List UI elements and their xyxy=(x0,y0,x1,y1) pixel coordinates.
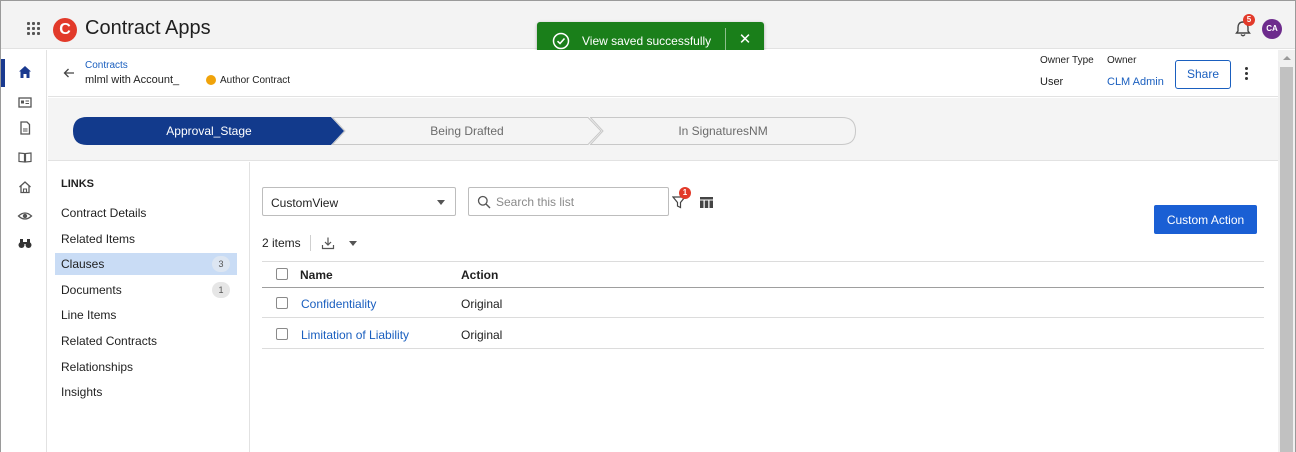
clause-name-link[interactable]: Confidentiality xyxy=(301,297,376,311)
link-label: Insights xyxy=(61,385,103,399)
stage-in-signatures[interactable]: In SignaturesNM xyxy=(590,117,856,145)
clause-name-link[interactable]: Limitation of Liability xyxy=(301,328,409,342)
chevron-down-icon xyxy=(437,200,445,205)
rail-active-indicator xyxy=(1,59,5,87)
link-clauses[interactable]: Clauses 3 xyxy=(55,253,237,275)
custom-action-button[interactable]: Custom Action xyxy=(1154,205,1257,234)
column-header-action[interactable]: Action xyxy=(461,268,498,282)
owner-type-label: Owner Type xyxy=(1040,55,1094,66)
document-icon[interactable] xyxy=(17,120,33,136)
link-related-items[interactable]: Related Items xyxy=(55,228,237,250)
clause-action: Original xyxy=(461,328,503,342)
links-title: LINKS xyxy=(61,178,94,190)
eye-icon[interactable] xyxy=(17,208,33,224)
record-header: Contracts mlml with Account_ Author Cont… xyxy=(48,50,1278,97)
items-count: 2 items xyxy=(262,236,301,250)
house-icon[interactable] xyxy=(17,179,33,195)
stage-label: Approval_Stage xyxy=(166,124,252,138)
link-contract-details[interactable]: Contract Details xyxy=(55,202,237,224)
link-related-contracts[interactable]: Related Contracts xyxy=(55,330,237,352)
link-label: Line Items xyxy=(61,308,117,322)
app-title: Contract Apps xyxy=(85,17,211,39)
app-launcher-icon[interactable] xyxy=(27,22,41,36)
search-icon xyxy=(477,195,491,209)
columns-icon[interactable] xyxy=(700,197,713,208)
toast-message: View saved successfully xyxy=(582,34,712,48)
link-documents[interactable]: Documents 1 xyxy=(55,279,237,301)
stage-label: In SignaturesNM xyxy=(678,124,768,138)
view-select-value: CustomView xyxy=(271,196,339,210)
clause-action: Original xyxy=(461,297,503,311)
check-circle-icon xyxy=(552,32,570,50)
status-dot xyxy=(206,75,216,85)
row-checkbox[interactable] xyxy=(276,328,288,340)
link-label: Related Contracts xyxy=(61,334,158,348)
back-arrow-icon[interactable] xyxy=(62,66,76,80)
owner-type-value: User xyxy=(1040,76,1064,88)
select-all-checkbox[interactable] xyxy=(276,268,288,280)
stage-being-drafted[interactable]: Being Drafted xyxy=(332,117,602,145)
table-row: Confidentiality Original xyxy=(262,288,1264,318)
left-icon-rail xyxy=(1,50,47,452)
count-badge: 3 xyxy=(212,256,230,272)
record-title: mlml with Account_ xyxy=(85,74,180,86)
link-label: Relationships xyxy=(61,360,134,374)
chevron-down-icon[interactable] xyxy=(349,241,357,246)
link-insights[interactable]: Insights xyxy=(55,381,237,403)
scroll-thumb[interactable] xyxy=(1280,67,1293,452)
share-button[interactable]: Share xyxy=(1175,60,1231,89)
breadcrumb-contracts[interactable]: Contracts xyxy=(85,60,128,71)
table-header: Name Action xyxy=(262,261,1264,288)
brand-logo: C xyxy=(53,18,77,42)
search-box xyxy=(468,187,669,216)
close-icon[interactable]: ✕ xyxy=(737,31,753,49)
related-list: CustomView 1 Custom Action 2 items Name … xyxy=(251,162,1278,452)
status-text: Author Contract xyxy=(220,75,291,86)
notification-badge: 5 xyxy=(1243,14,1255,26)
stage-label: Being Drafted xyxy=(430,124,504,138)
link-label: Related Items xyxy=(61,232,136,246)
book-icon[interactable] xyxy=(17,149,33,165)
search-input[interactable] xyxy=(496,192,661,212)
owner-label: Owner xyxy=(1107,55,1137,66)
avatar[interactable]: CA xyxy=(1262,19,1282,39)
filter-count-badge: 1 xyxy=(679,187,691,199)
owner-link[interactable]: CLM Admin xyxy=(1107,76,1164,88)
card-icon[interactable] xyxy=(17,94,33,110)
column-header-name[interactable]: Name xyxy=(300,268,333,282)
link-relationships[interactable]: Relationships xyxy=(55,356,237,378)
stage-path: Approval_Stage Being Drafted In Signatur… xyxy=(48,98,1278,161)
row-checkbox[interactable] xyxy=(276,297,288,309)
scroll-up-arrow-icon[interactable] xyxy=(1283,56,1291,60)
home-icon[interactable] xyxy=(17,64,33,80)
table-row: Limitation of Liability Original xyxy=(262,319,1264,349)
link-label: Documents xyxy=(61,283,122,297)
binoculars-icon[interactable] xyxy=(17,235,33,251)
page-scrollbar[interactable] xyxy=(1278,50,1295,452)
link-label: Contract Details xyxy=(61,206,147,220)
more-options-icon[interactable] xyxy=(1244,66,1250,82)
toolbar-divider xyxy=(310,235,311,251)
download-icon[interactable] xyxy=(321,236,335,250)
count-badge: 1 xyxy=(212,282,230,298)
view-select[interactable]: CustomView xyxy=(262,187,456,216)
stage-approval[interactable]: Approval_Stage xyxy=(73,117,345,145)
link-line-items[interactable]: Line Items xyxy=(55,304,237,326)
link-label: Clauses xyxy=(61,257,105,271)
links-panel: LINKS Contract Details Related Items Cla… xyxy=(48,162,250,452)
